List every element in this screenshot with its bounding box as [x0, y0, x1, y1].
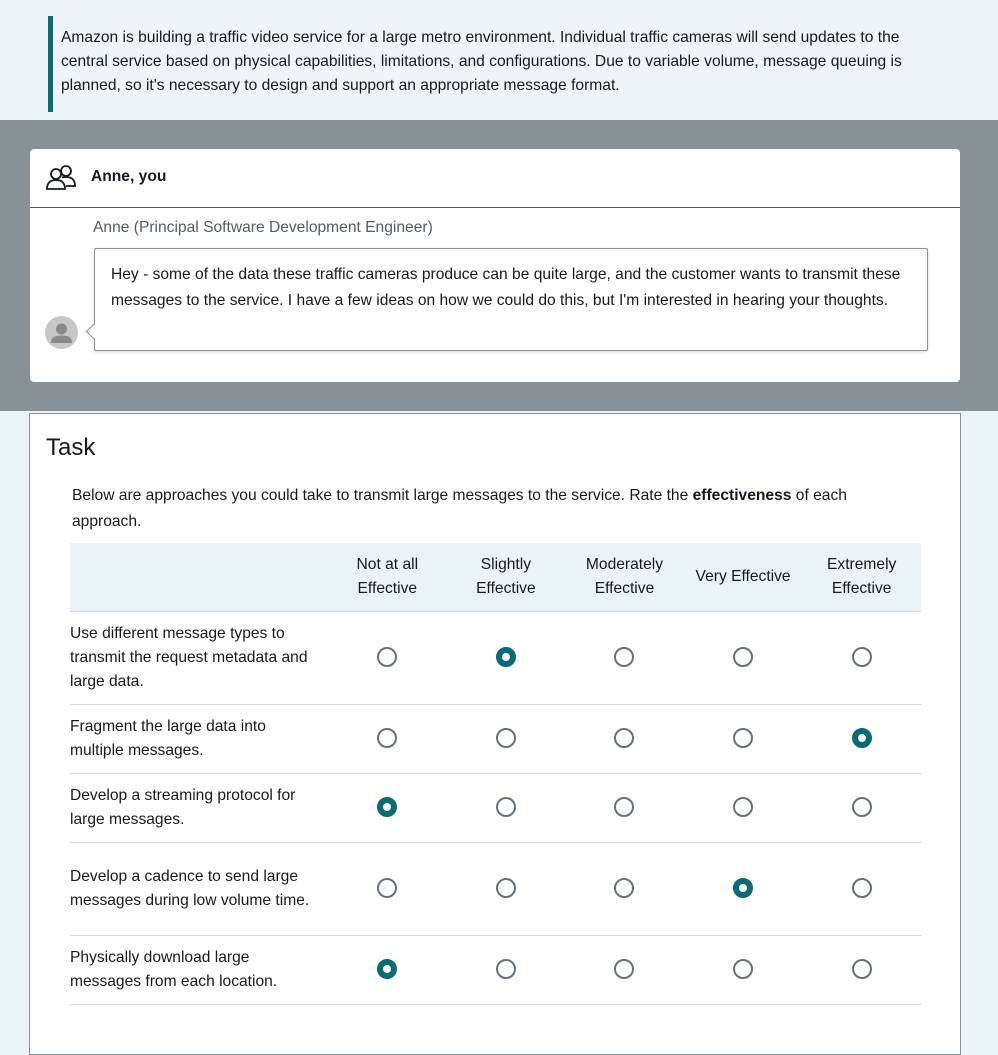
people-icon: [46, 165, 76, 190]
table-row: Use different message types to transmit …: [70, 611, 921, 705]
rating-radio[interactable]: [851, 647, 872, 668]
table-row: Fragment the large data into multiple me…: [70, 704, 921, 774]
scenario-text: Amazon is building a traffic video servi…: [61, 29, 902, 94]
chat-header: Anne, you: [30, 149, 960, 208]
scale-label: Slightly Effective: [446, 543, 566, 612]
scale-header-row: Not at all Effective Slightly Effective …: [70, 543, 921, 612]
rating-radio[interactable]: [614, 647, 635, 668]
rating-radio[interactable]: [733, 647, 754, 668]
rating-radio[interactable]: [733, 878, 754, 899]
rating-radio[interactable]: [377, 647, 398, 668]
rating-radio[interactable]: [851, 959, 872, 980]
rating-radio[interactable]: [495, 797, 516, 818]
task-instruction: Below are approaches you could take to t…: [72, 483, 902, 535]
rating-radio[interactable]: [851, 878, 872, 899]
scale-label: Moderately Effective: [565, 543, 684, 612]
rating-radio[interactable]: [614, 959, 635, 980]
rating-radio[interactable]: [851, 728, 872, 749]
rating-radio[interactable]: [733, 728, 754, 749]
rating-radio[interactable]: [495, 728, 516, 749]
rating-radio[interactable]: [614, 797, 635, 818]
rating-radio[interactable]: [495, 878, 516, 899]
scale-label: Very Effective: [683, 543, 803, 612]
rating-radio[interactable]: [851, 797, 872, 818]
rating-matrix: Not at all Effective Slightly Effective …: [70, 543, 921, 1005]
instruction-emphasis: effectiveness: [692, 487, 792, 504]
speaker-name: Anne (Principal Software Development Eng…: [93, 219, 433, 236]
scenario-section: Amazon is building a traffic video servi…: [0, 0, 998, 120]
approach-statement: Develop a cadence to send large messages…: [70, 842, 328, 936]
rating-radio[interactable]: [377, 959, 398, 980]
avatar: [45, 316, 78, 349]
rating-radio[interactable]: [733, 959, 754, 980]
chat-card: Anne, you Anne (Principal Software Devel…: [30, 149, 960, 382]
approach-statement: Physically download large messages from …: [70, 935, 328, 1005]
approach-statement: Fragment the large data into multiple me…: [70, 704, 328, 774]
rating-radio[interactable]: [614, 878, 635, 899]
rating-radio[interactable]: [495, 959, 516, 980]
rating-radio[interactable]: [733, 797, 754, 818]
table-row: Develop a streaming protocol for large m…: [70, 773, 921, 843]
task-heading: Task: [46, 434, 96, 461]
approach-statement: Develop a streaming protocol for large m…: [70, 773, 328, 843]
user-silhouette-icon: [51, 323, 72, 343]
rating-radio[interactable]: [614, 728, 635, 749]
instruction-text: Below are approaches you could take to t…: [72, 487, 693, 504]
rating-radio[interactable]: [495, 647, 516, 668]
scale-label: Not at all Effective: [328, 543, 447, 612]
scenario-accent-bar: [48, 16, 53, 112]
approach-statement: Use different message types to transmit …: [70, 611, 328, 705]
chat-overlay: Anne, you Anne (Principal Software Devel…: [0, 120, 998, 411]
rating-radio[interactable]: [377, 878, 398, 899]
rating-radio[interactable]: [377, 797, 398, 818]
table-row: Develop a cadence to send large messages…: [70, 842, 921, 936]
chat-title: Anne, you: [91, 168, 167, 185]
task-panel: Task Below are approaches you could take…: [29, 413, 961, 1055]
statement-column-header: [70, 543, 328, 612]
scale-label: Extremely Effective: [802, 543, 921, 612]
table-row: Physically download large messages from …: [70, 935, 921, 1005]
chat-message-bubble: Hey - some of the data these traffic cam…: [94, 248, 928, 351]
rating-radio[interactable]: [377, 728, 398, 749]
